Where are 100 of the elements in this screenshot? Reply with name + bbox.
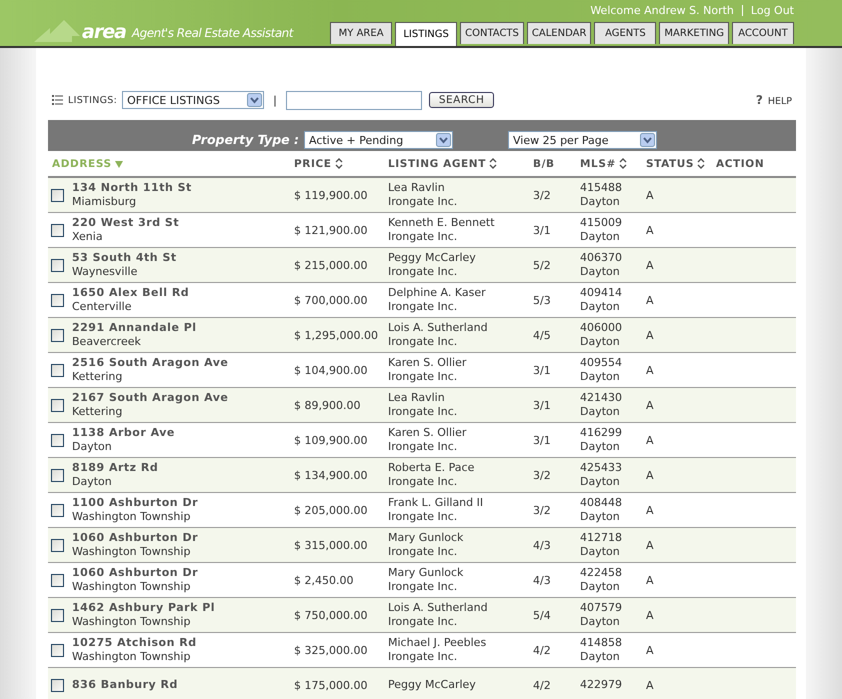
status-text: A <box>646 574 655 586</box>
nav-tab[interactable]: AGENTS <box>594 22 656 44</box>
address-link[interactable]: 1060 Ashburton Dr <box>72 531 294 545</box>
price-text: $ 104,900.00 <box>294 364 368 376</box>
city-text: Washington Township <box>72 545 192 559</box>
column-header[interactable]: PRICE <box>294 158 388 170</box>
address-link[interactable]: 53 South 4th St <box>72 251 294 265</box>
page-size-dropdown[interactable]: View 25 per Page <box>508 131 657 149</box>
search-button[interactable]: SEARCH <box>428 92 494 108</box>
sort-down-icon <box>114 160 123 168</box>
address-link[interactable]: 10275 Atchison Rd <box>72 636 294 650</box>
row-checkbox[interactable] <box>51 678 64 692</box>
mls-number: 406000 <box>580 321 623 335</box>
nav-tab[interactable]: MARKETING <box>659 22 729 44</box>
row-checkbox[interactable] <box>51 608 64 622</box>
office-name: Irongate Inc. <box>388 615 458 629</box>
address-link[interactable]: 1138 Arbor Ave <box>72 426 294 440</box>
status-text: A <box>646 364 655 376</box>
address-link[interactable]: 134 North 11th St <box>72 181 294 195</box>
agent-name: Mary Gunlock <box>388 566 464 580</box>
agent-name: Lea Ravlin <box>388 181 446 195</box>
agent-name: Frank L. Gilland II <box>388 496 484 510</box>
address-link[interactable]: 2167 South Aragon Ave <box>72 391 294 405</box>
column-header[interactable]: STATUS <box>646 158 716 170</box>
row-checkbox[interactable] <box>51 434 64 446</box>
price-text: $ 750,000.00 <box>294 608 368 622</box>
search-field[interactable] <box>286 90 422 110</box>
mls-area: Dayton <box>580 510 646 524</box>
help-link[interactable]: HELP <box>768 96 792 107</box>
address-link[interactable]: 1462 Ashbury Park Pl <box>72 601 294 615</box>
beds-baths-text: 4/3 <box>533 574 552 586</box>
office-name: Irongate Inc. <box>388 405 458 419</box>
logo-text: area <box>82 22 126 42</box>
listings-label: LISTINGS: <box>68 94 118 106</box>
listings-dropdown[interactable]: OFFICE LISTINGS <box>122 91 264 109</box>
row-checkbox[interactable] <box>51 398 64 412</box>
column-header: ACTION <box>716 158 766 170</box>
row-checkbox[interactable] <box>51 644 64 656</box>
mls-area: Dayton <box>580 650 646 664</box>
row-checkbox[interactable] <box>51 258 64 272</box>
status-text: A <box>646 678 655 692</box>
status-text: A <box>646 504 655 516</box>
price-text: $ 109,900.00 <box>294 434 368 446</box>
city-text: Beavercreek <box>72 335 142 349</box>
price-text: $ 325,000.00 <box>294 644 368 656</box>
row-checkbox[interactable] <box>51 328 64 342</box>
address-link[interactable]: 2516 South Aragon Ave <box>72 356 294 370</box>
row-checkbox[interactable] <box>51 504 64 516</box>
status-text: A <box>646 258 655 272</box>
row-checkbox[interactable] <box>51 188 64 202</box>
property-type-dropdown[interactable]: Active + Pending <box>304 131 453 149</box>
price-text: $ 205,000.00 <box>294 504 368 516</box>
city-text: Kettering <box>72 370 124 384</box>
nav-tab[interactable]: ACCOUNT <box>732 22 794 44</box>
mls-number: 422979 <box>580 678 623 692</box>
mls-number: 414858 <box>580 636 623 650</box>
agent-name: Peggy McCarley <box>388 251 477 265</box>
row-checkbox[interactable] <box>51 538 64 552</box>
price-text: $ 119,900.00 <box>294 188 368 202</box>
address-link[interactable]: 836 Banbury Rd <box>72 678 294 692</box>
nav-tab[interactable]: LISTINGS <box>395 22 458 46</box>
address-link[interactable]: 1060 Ashburton Dr <box>72 566 294 580</box>
beds-baths-text: 4/2 <box>533 678 552 692</box>
mls-number: 425433 <box>580 461 623 475</box>
address-link[interactable]: 1650 Alex Bell Rd <box>72 286 294 300</box>
address-link[interactable]: 2291 Annandale Pl <box>72 321 294 335</box>
beds-baths-text: 4/5 <box>533 328 552 342</box>
beds-baths-text: 5/4 <box>533 608 552 622</box>
address-link[interactable]: 220 West 3rd St <box>72 216 294 230</box>
office-name: Irongate Inc. <box>388 440 458 454</box>
row-checkbox[interactable] <box>51 294 64 306</box>
row-checkbox[interactable] <box>51 574 64 586</box>
mls-area: Dayton <box>580 370 646 384</box>
beds-baths-text: 4/3 <box>533 538 552 552</box>
mls-area: Dayton <box>580 440 646 454</box>
column-header[interactable]: LISTING AGENT <box>388 158 533 170</box>
row-checkbox[interactable] <box>51 468 64 482</box>
agent-name: Lois A. Sutherland <box>388 601 489 615</box>
price-text: $ 121,900.00 <box>294 224 368 236</box>
column-header[interactable]: MLS# <box>580 158 646 170</box>
mls-area: Dayton <box>580 580 646 594</box>
city-text: Miamisburg <box>72 195 138 209</box>
address-link[interactable]: 8189 Artz Rd <box>72 461 294 475</box>
agent-name: Lois A. Sutherland <box>388 321 489 335</box>
office-name: Irongate Inc. <box>388 265 458 279</box>
mls-number: 412718 <box>580 531 623 545</box>
help-icon[interactable]: ? <box>756 93 763 107</box>
city-text: Washington Township <box>72 510 192 524</box>
agent-name: Mary Gunlock <box>388 531 464 545</box>
nav-tab[interactable]: CALENDAR <box>526 22 592 44</box>
city-text: Washington Township <box>72 615 192 629</box>
price-text: $ 215,000.00 <box>294 258 368 272</box>
row-checkbox[interactable] <box>51 364 64 376</box>
nav-tab[interactable]: CONTACTS <box>460 22 524 44</box>
mls-number: 409414 <box>580 286 623 300</box>
office-name: Irongate Inc. <box>388 335 458 349</box>
address-link[interactable]: 1100 Ashburton Dr <box>72 496 294 510</box>
office-name: Irongate Inc. <box>388 475 458 489</box>
nav-tab[interactable]: MY AREA <box>330 22 392 44</box>
row-checkbox[interactable] <box>51 224 64 236</box>
